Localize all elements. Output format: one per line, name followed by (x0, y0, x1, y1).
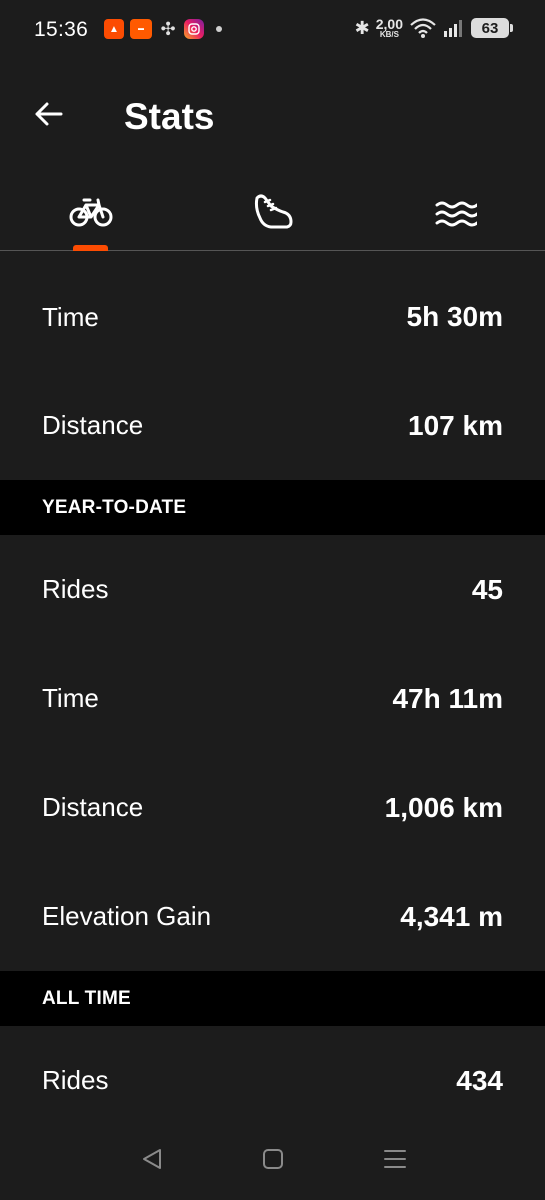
status-bar: 15:36 ▲ ▬ ✣ ✱ 2,00 KB/S 63 (0, 0, 545, 62)
stat-label: Rides (42, 574, 109, 604)
page-title: Stats (124, 96, 215, 137)
network-speed-value: 2,00 (375, 16, 403, 32)
battery-icon: 63 (471, 18, 513, 38)
stat-value: 4,341 m (400, 900, 503, 932)
stats-content: Time 5h 30m Distance 107 km YEAR-TO-DATE… (0, 251, 545, 1135)
stat-label: Rides (42, 1065, 109, 1095)
stat-row: Elevation Gain 4,341 m (0, 862, 545, 971)
stat-label: Elevation Gain (42, 901, 212, 931)
stat-label: Time (42, 301, 99, 332)
app-header: Stats (0, 62, 545, 174)
sport-tabs (0, 174, 545, 251)
nav-back-button[interactable] (137, 1144, 167, 1174)
bike-icon (69, 198, 112, 227)
wifi-icon (409, 17, 437, 39)
tab-ride[interactable] (0, 174, 181, 251)
dot-icon (216, 26, 222, 32)
stat-value: 47h 11m (392, 682, 503, 714)
stat-value: 45 (471, 573, 503, 605)
network-speed-unit: KB/S (379, 30, 399, 39)
stat-row: Time 5h 30m (0, 251, 545, 371)
stat-row: Distance 1,006 km (0, 753, 545, 862)
section-header-year-to-date: YEAR-TO-DATE (0, 480, 545, 535)
stat-value: 434 (456, 1064, 503, 1096)
strava-icon: ▲ (104, 19, 124, 39)
nav-back-icon (143, 1149, 161, 1169)
stat-row: Distance 107 km (0, 371, 545, 480)
nav-menu-button[interactable] (380, 1144, 410, 1174)
system-icons: ✱ 2,00 KB/S 63 (354, 17, 513, 39)
stat-row: Time 47h 11m (0, 644, 545, 753)
back-button[interactable] (28, 94, 68, 134)
section-header-all-time: ALL TIME (0, 971, 545, 1026)
nav-home-button[interactable] (258, 1144, 288, 1174)
stat-label: Distance (42, 792, 144, 822)
bluetooth-icon: ✱ (354, 17, 370, 38)
fan-icon: ✣ (160, 18, 176, 39)
back-arrow-icon (35, 102, 63, 126)
network-speed: 2,00 KB/S (376, 17, 403, 39)
allegro-icon: ▬ (130, 19, 152, 39)
stat-value: 107 km (408, 409, 503, 441)
status-time: 15:36 (34, 18, 89, 41)
stat-row: Rides 45 (0, 535, 545, 644)
stat-row: Rides 434 (0, 1026, 545, 1135)
signal-icon (443, 18, 465, 38)
nav-menu-icon (384, 1150, 406, 1168)
stat-value: 1,006 km (384, 791, 503, 823)
stat-label: Distance (42, 410, 144, 440)
tab-run[interactable] (182, 174, 363, 250)
stat-label: Time (42, 683, 99, 713)
system-nav-bar (0, 1120, 545, 1200)
notification-icons: ▲ ▬ ✣ (104, 19, 222, 39)
tab-swim[interactable] (364, 174, 545, 250)
instagram-icon (184, 19, 204, 39)
shoe-icon (254, 194, 292, 229)
nav-home-icon (263, 1149, 283, 1169)
swim-icon (435, 201, 477, 227)
stat-value: 5h 30m (406, 301, 504, 332)
